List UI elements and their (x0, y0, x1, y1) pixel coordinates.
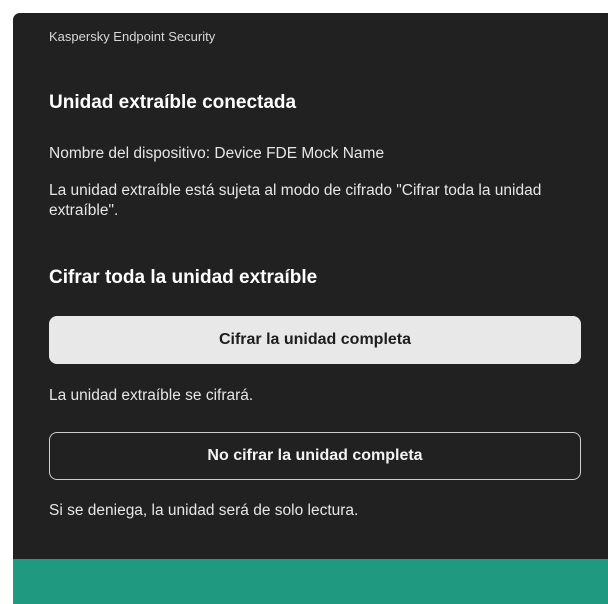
encrypt-drive-button[interactable]: Cifrar la unidad completa (49, 316, 581, 364)
footer-accent-bar (13, 559, 608, 604)
device-name-text: Nombre del dispositivo: Device FDE Mock … (49, 145, 385, 162)
decline-result-text: Si se deniega, la unidad será de solo le… (49, 502, 359, 519)
section-heading: Cifrar toda la unidad extraíble (49, 267, 318, 288)
encryption-policy-text: La unidad extraíble está sujeta al modo … (49, 182, 542, 219)
dialog-heading: Unidad extraíble conectada (49, 92, 297, 113)
decline-encryption-button[interactable]: No cifrar la unidad completa (49, 432, 581, 480)
app-title: Kaspersky Endpoint Security (49, 29, 216, 44)
encrypt-result-text: La unidad extraíble se cifrará. (49, 387, 254, 404)
encryption-dialog: Kaspersky Endpoint Security Unidad extra… (13, 13, 608, 604)
